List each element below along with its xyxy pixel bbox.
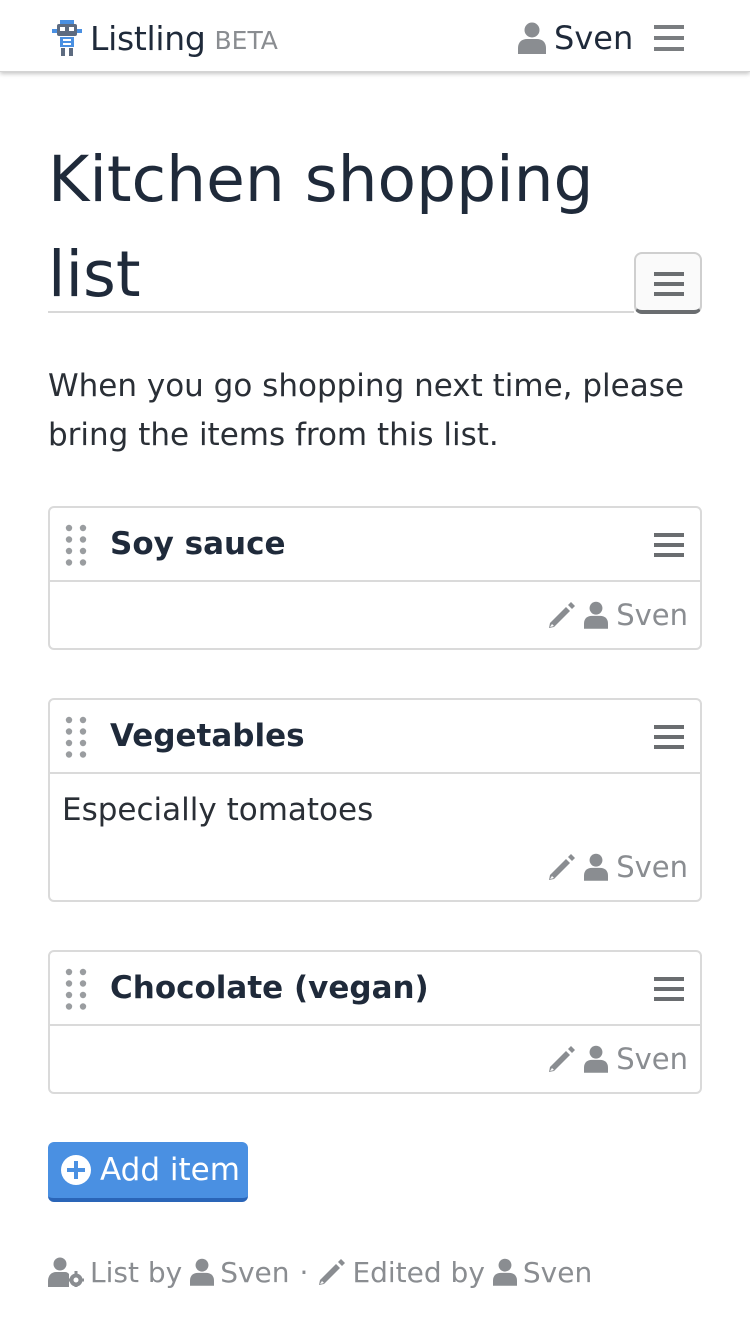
user-name: Sven <box>554 19 634 57</box>
add-item-label: Add item <box>100 1152 240 1188</box>
list-title[interactable]: Kitchen shopping list <box>48 132 634 313</box>
user-icon <box>584 601 609 629</box>
brand-link[interactable]: Listling BETA <box>52 18 278 58</box>
brand-name: Listling <box>90 18 206 58</box>
beta-badge: BETA <box>214 25 278 55</box>
edited-by-label: Edited by <box>352 1255 485 1289</box>
list-item[interactable]: Vegetables Especially tomatoes Sven <box>48 698 702 902</box>
item-editor-name: Sven <box>616 598 688 632</box>
list-menu-button[interactable] <box>634 252 702 314</box>
item-header: Soy sauce <box>50 508 700 582</box>
item-title[interactable]: Soy sauce <box>110 526 285 562</box>
item-editor-name: Sven <box>616 850 688 884</box>
plus-circle-icon <box>61 1155 91 1185</box>
top-navbar: Listling BETA Sven <box>0 0 750 72</box>
user-settings-icon <box>48 1257 84 1287</box>
list-footer: List by Sven · Edited by Sven <box>48 1252 592 1292</box>
user-icon <box>518 22 546 54</box>
item-body: Especially tomatoes Sven <box>50 774 700 900</box>
item-text: Especially tomatoes <box>62 792 374 828</box>
item-edited-by[interactable]: Sven <box>548 1042 688 1076</box>
pencil-icon <box>319 1259 346 1285</box>
list-owner-link[interactable]: Sven <box>190 1255 290 1289</box>
drag-handle-icon[interactable] <box>64 524 88 566</box>
item-body: Sven <box>50 1026 700 1092</box>
list-by-label: List by <box>90 1255 183 1289</box>
user-icon <box>190 1258 215 1286</box>
user-icon <box>492 1258 517 1286</box>
list-header: Kitchen shopping list <box>48 132 702 314</box>
list-owner-name: Sven <box>220 1255 290 1289</box>
item-header: Vegetables <box>50 700 700 774</box>
footer-separator: · <box>299 1255 309 1289</box>
pencil-icon <box>549 602 576 628</box>
hamburger-menu-icon <box>654 272 684 296</box>
item-menu-icon[interactable] <box>654 532 684 558</box>
listling-logo-icon <box>52 20 82 56</box>
pencil-icon <box>549 854 576 880</box>
list-item[interactable]: Chocolate (vegan) Sven <box>48 950 702 1094</box>
list-description: When you go shopping next time, please b… <box>48 368 684 453</box>
item-edited-by[interactable]: Sven <box>548 850 688 884</box>
drag-handle-icon[interactable] <box>64 968 88 1010</box>
user-icon <box>584 1045 609 1073</box>
user-icon <box>584 853 609 881</box>
add-item-button[interactable]: Add item <box>48 1142 248 1202</box>
item-edited-by[interactable]: Sven <box>548 598 688 632</box>
item-title[interactable]: Vegetables <box>110 718 305 754</box>
user-menu-link[interactable]: Sven <box>518 18 633 58</box>
item-menu-icon[interactable] <box>654 976 684 1002</box>
item-header: Chocolate (vegan) <box>50 952 700 1026</box>
editor-link[interactable]: Sven <box>492 1255 593 1289</box>
item-body: Sven <box>50 582 700 648</box>
item-menu-icon[interactable] <box>654 724 684 750</box>
item-title[interactable]: Chocolate (vegan) <box>110 970 429 1006</box>
drag-handle-icon[interactable] <box>64 716 88 758</box>
item-editor-name: Sven <box>616 1042 688 1076</box>
main-menu-icon[interactable] <box>654 24 688 52</box>
pencil-icon <box>549 1046 576 1072</box>
editor-name: Sven <box>522 1255 593 1289</box>
list-item[interactable]: Soy sauce Sven <box>48 506 702 650</box>
